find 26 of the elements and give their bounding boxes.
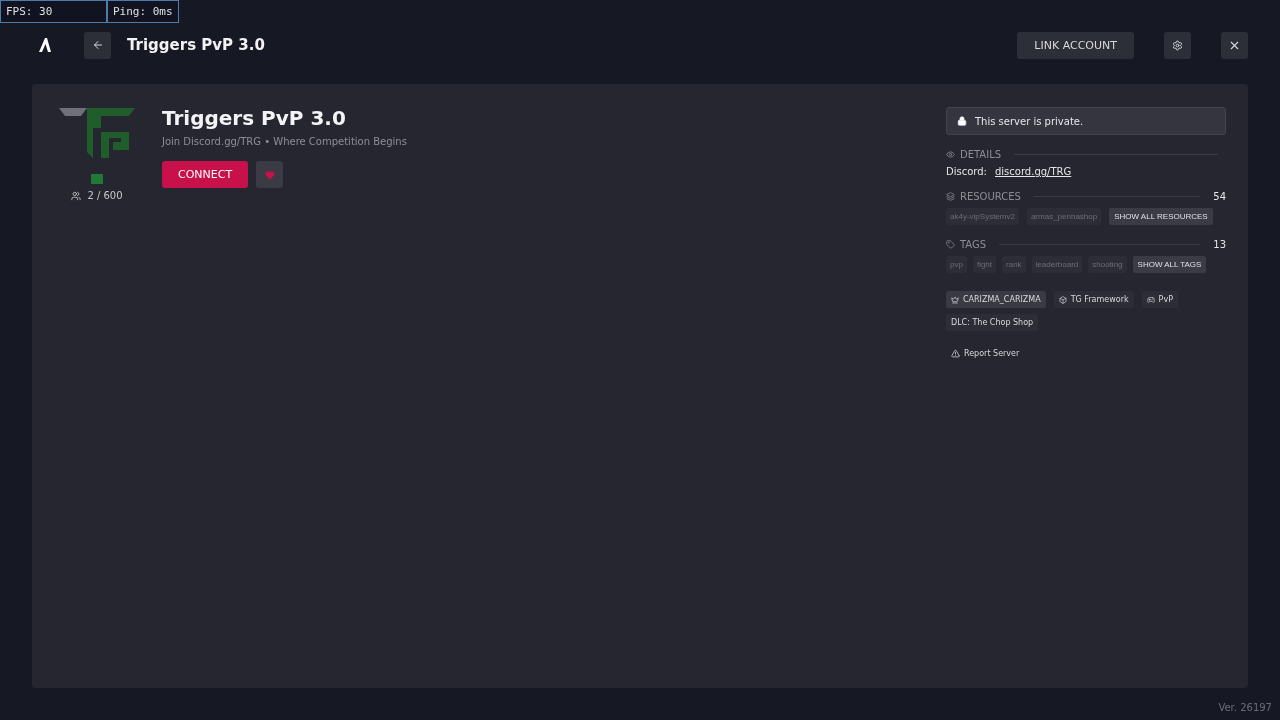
report-server-button[interactable]: Report Server (946, 349, 1025, 358)
server-description: Join Discord.gg/TRG • Where Competition Begins (162, 136, 408, 147)
section-heading: RESOURCES (960, 191, 1021, 202)
tag-count: 13 (1213, 239, 1226, 250)
section-heading: DETAILS (960, 149, 1002, 160)
show-all-resources-button[interactable]: SHOW ALL RESOURCES (1109, 208, 1213, 225)
section-heading: TAGS (960, 239, 987, 250)
fps-counter: FPS: 30 (0, 0, 107, 23)
server-badge: CARIZMA_CARIZMA (946, 291, 1046, 308)
page-title: Triggers PvP 3.0 (127, 36, 266, 54)
discord-label: Discord: (946, 166, 987, 177)
server-badge: TG Framework (1053, 291, 1134, 308)
resource-chip: ak4y-vipSystemv2 (946, 208, 1019, 225)
show-all-tags-button[interactable]: SHOW ALL TAGS (1132, 256, 1207, 273)
version-label: Ver. 26197 (1218, 702, 1272, 713)
resource-count: 54 (1213, 191, 1226, 202)
ping-counter: Ping: 0ms (107, 0, 179, 23)
discord-link[interactable]: discord.gg/TRG (994, 166, 1072, 177)
link-account-button[interactable]: LINK ACCOUNT (1017, 31, 1134, 59)
tag-chip: pvp (946, 256, 967, 273)
server-badge: DLC: The Chop Shop (946, 314, 1039, 331)
private-notice: This server is private. (946, 107, 1226, 135)
server-badge: PvP (1141, 291, 1178, 308)
server-name: Triggers PvP 3.0 (162, 106, 347, 130)
connect-button[interactable]: CONNECT (162, 161, 249, 188)
player-count: 2 / 600 (71, 190, 123, 201)
